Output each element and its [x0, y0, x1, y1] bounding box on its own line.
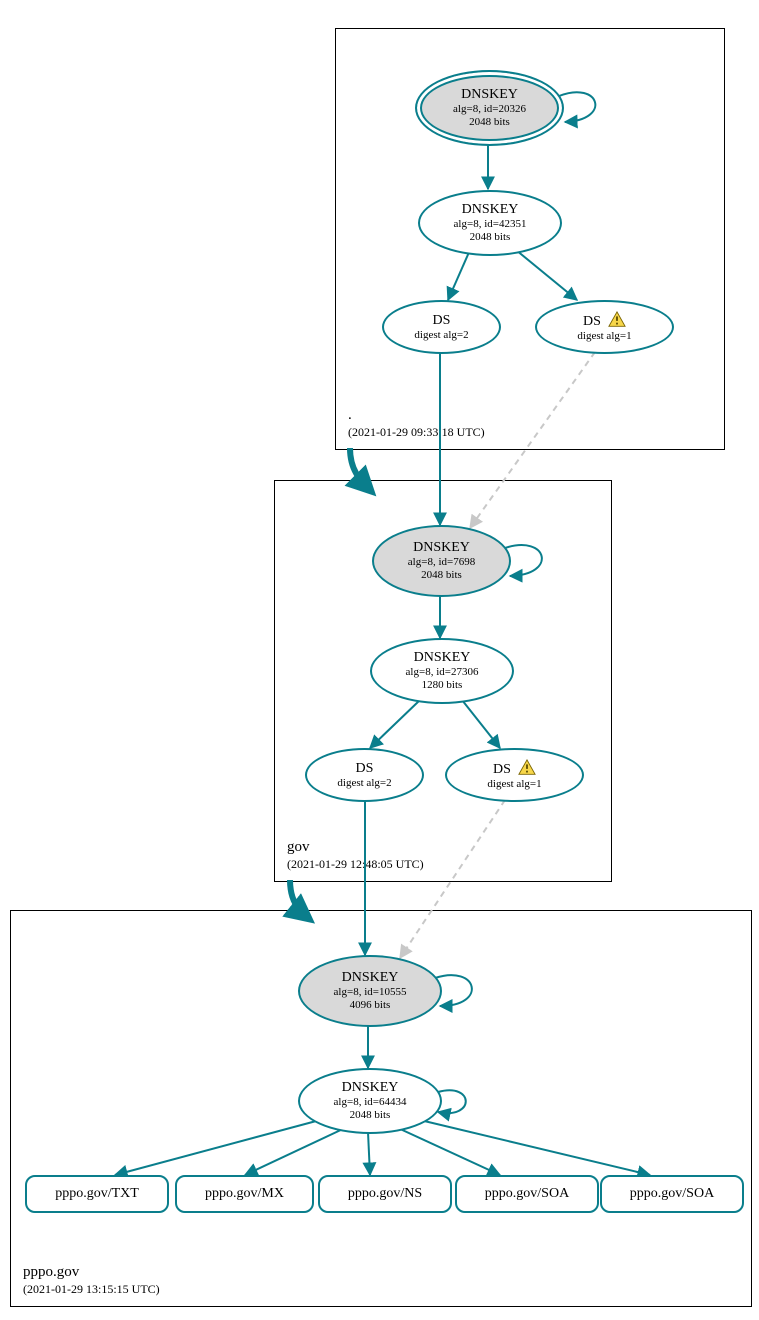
warning-icon	[608, 311, 626, 327]
rrset-txt: pppo.gov/TXT	[25, 1175, 169, 1213]
zone-gov-label: gov (2021-01-29 12:48:05 UTC)	[287, 838, 424, 873]
node-root-ds1: DS digest alg=1	[535, 300, 674, 354]
node-gov-ds2: DS digest alg=2	[305, 748, 424, 802]
rrset-soa-1: pppo.gov/SOA	[455, 1175, 599, 1213]
node-root-ksk: DNSKEY alg=8, id=20326 2048 bits	[415, 70, 564, 146]
node-pppo-zsk: DNSKEY alg=8, id=64434 2048 bits	[298, 1068, 442, 1134]
node-pppo-ksk: DNSKEY alg=8, id=10555 4096 bits	[298, 955, 442, 1027]
rrset-soa-2: pppo.gov/SOA	[600, 1175, 744, 1213]
node-root-ds2: DS digest alg=2	[382, 300, 501, 354]
node-gov-ds1: DS digest alg=1	[445, 748, 584, 802]
node-root-zsk: DNSKEY alg=8, id=42351 2048 bits	[418, 190, 562, 256]
warning-icon	[518, 759, 536, 775]
node-gov-ksk: DNSKEY alg=8, id=7698 2048 bits	[372, 525, 511, 597]
node-gov-zsk: DNSKEY alg=8, id=27306 1280 bits	[370, 638, 514, 704]
zone-root-label: . (2021-01-29 09:33:18 UTC)	[348, 406, 485, 441]
rrset-mx: pppo.gov/MX	[175, 1175, 314, 1213]
zone-pppo-label: pppo.gov (2021-01-29 13:15:15 UTC)	[23, 1263, 160, 1298]
rrset-ns: pppo.gov/NS	[318, 1175, 452, 1213]
